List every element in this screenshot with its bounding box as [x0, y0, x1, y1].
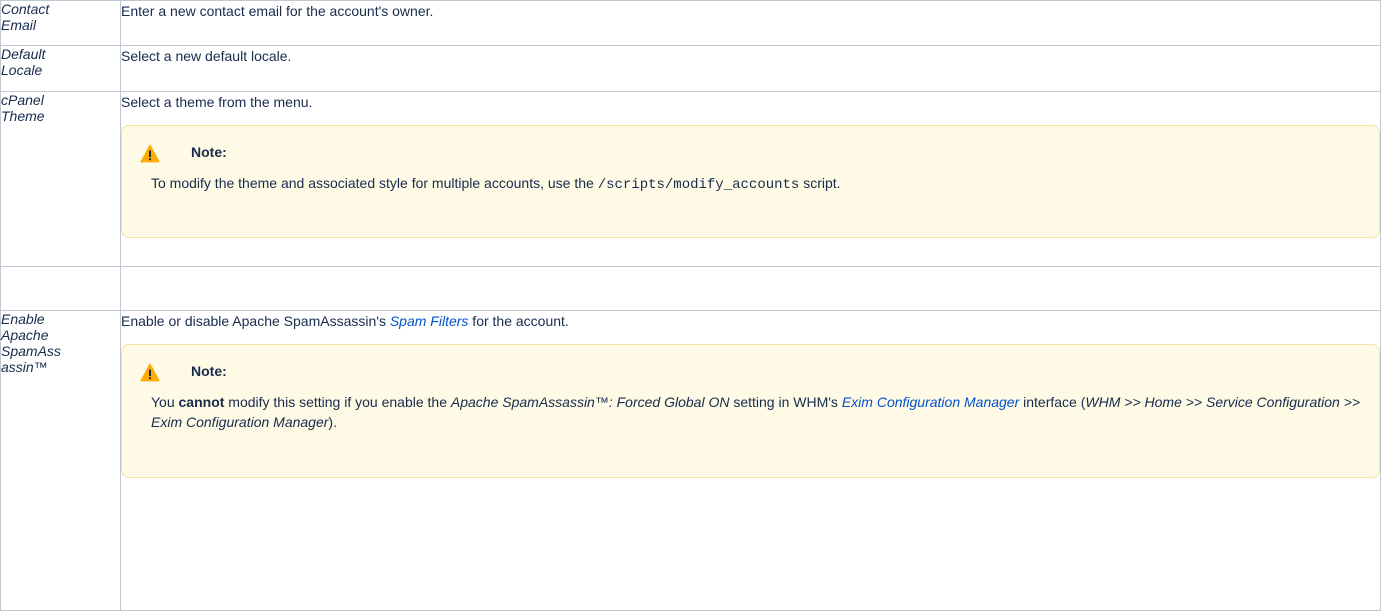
script-path: /scripts/modify_accounts [597, 177, 800, 193]
empty-cell-label [0, 266, 121, 311]
row-label-contact-email: Contact Email [0, 0, 121, 46]
spam-filters-link[interactable]: Spam Filters [390, 313, 469, 329]
warning-icon [140, 363, 160, 382]
table-row-empty [0, 266, 1381, 311]
table-row: Enable Apache SpamAss assin™ Enable or d… [0, 310, 1381, 611]
default-locale-description: Select a new default locale. [121, 48, 292, 64]
row-label-spamassassin: Enable Apache SpamAss assin™ [0, 310, 121, 611]
contact-email-description: Enter a new contact email for the accoun… [121, 3, 434, 19]
note-panel-theme: Note: To modify the theme and associated… [121, 125, 1380, 238]
cpanel-theme-description: Select a theme from the menu. [121, 94, 313, 110]
note-body: To modify the theme and associated style… [151, 175, 841, 193]
empty-cell-desc [120, 266, 1381, 311]
table-row: cPanel Theme Select a theme from the men… [0, 91, 1381, 267]
warning-icon [140, 144, 160, 163]
row-desc-cpanel-theme: Select a theme from the menu. Note: To m… [120, 91, 1381, 267]
note-body: You cannot modify this setting if you en… [151, 394, 1361, 430]
table-row: Default Locale Select a new default loca… [0, 45, 1381, 92]
note-title: Note: [191, 363, 227, 379]
row-label-cpanel-theme: cPanel Theme [0, 91, 121, 267]
row-desc-contact-email: Enter a new contact email for the accoun… [120, 0, 1381, 46]
row-desc-spamassassin: Enable or disable Apache SpamAssassin's … [120, 310, 1381, 611]
row-label-default-locale: Default Locale [0, 45, 121, 92]
spamassassin-description: Enable or disable Apache SpamAssassin's … [121, 313, 569, 329]
exim-configuration-manager-link[interactable]: Exim Configuration Manager [842, 394, 1019, 410]
row-desc-default-locale: Select a new default locale. [120, 45, 1381, 92]
note-panel-spamassassin: Note: You cannot modify this setting if … [121, 344, 1380, 478]
settings-table: Contact Email Enter a new contact email … [0, 0, 1381, 611]
note-title: Note: [191, 144, 227, 160]
table-row: Contact Email Enter a new contact email … [0, 0, 1381, 46]
